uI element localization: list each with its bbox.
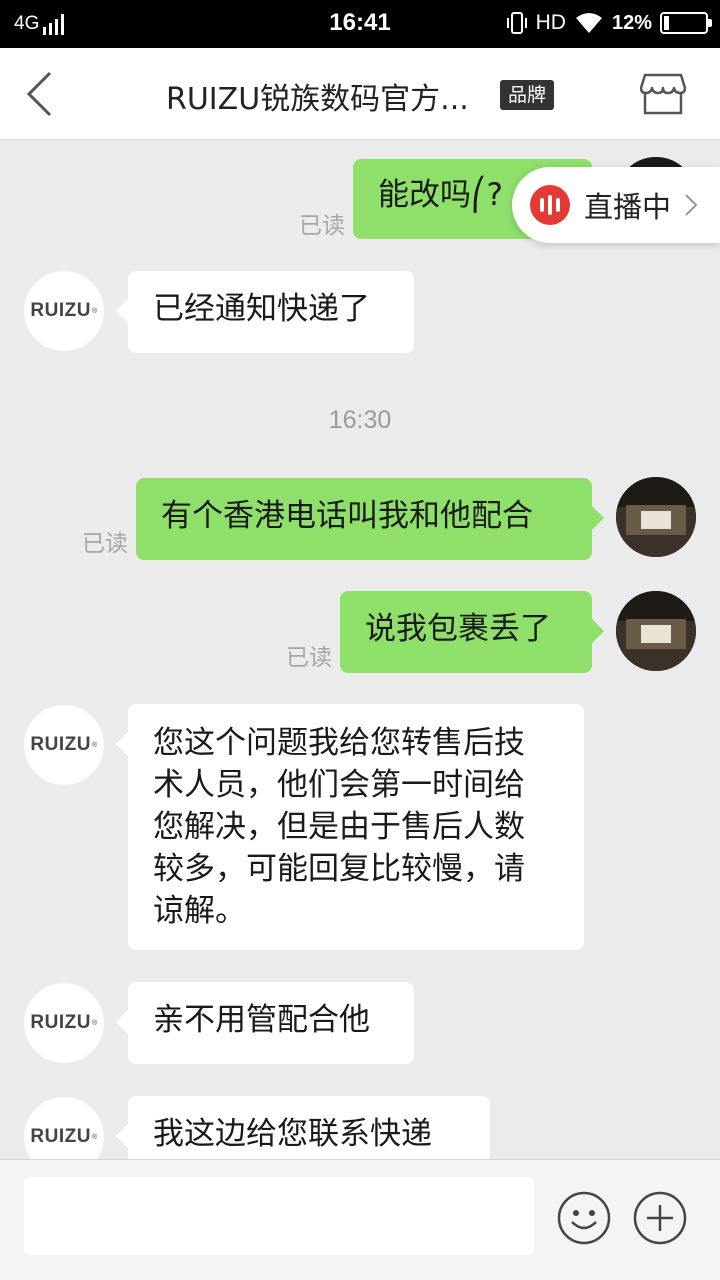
message-line: 您解决，但是由于售后人数 [153,809,525,845]
registered-mark: ® [91,1133,98,1141]
message-line: 较多，可能回复比较慢，请 [153,851,525,887]
shop-avatar[interactable]: RUIZU ® [24,1097,104,1159]
avatar-photo [616,591,696,671]
live-banner[interactable]: 直播中 [512,167,720,243]
registered-mark: ® [91,1019,98,1027]
shop-avatar-text: RUIZU [30,734,91,755]
battery-icon [660,12,712,34]
read-status: 已读 [299,213,345,239]
shop-avatar[interactable]: RUIZU ® [24,271,104,351]
shop-avatar-text: RUIZU [30,1012,91,1033]
message-text: 有个香港电话叫我和他配合 [161,498,533,534]
brand-badge: 品牌 [500,80,555,110]
message-bubble[interactable]: 有个香港电话叫我和他配合 [136,478,604,560]
user-avatar[interactable] [616,591,696,671]
registered-mark: ® [91,741,98,749]
shop-avatar-text: RUIZU [30,300,91,321]
chevron-right-icon [685,194,698,216]
user-avatar[interactable] [616,477,696,557]
input-bar [0,1159,720,1280]
chat-area[interactable]: 已读 能改吗⎛? 直播中 RUIZU ® 已经通知快递了 16:30 已读 有个… [0,141,720,1159]
read-status: 已读 [286,645,332,671]
battery-percent: 12% [611,11,652,34]
plus-icon[interactable] [632,1190,688,1246]
store-icon[interactable] [640,72,686,116]
message-bubble[interactable]: 说我包裹丢了 [340,591,604,673]
message-bubble[interactable]: 已经通知快递了 [116,271,414,353]
message-text: 已经通知快递了 [153,291,370,327]
message-input[interactable] [24,1177,534,1255]
message-bubble[interactable]: 亲不用管配合他 [116,982,414,1064]
shop-avatar[interactable]: RUIZU ® [24,705,104,785]
message-text: 亲不用管配合他 [153,1002,370,1038]
chat-title: RUIZU锐族数码官方... [166,82,469,117]
hd-indicator: HD [535,11,566,34]
chat-header: RUIZU锐族数码官方... 品牌 [0,48,720,140]
back-chevron-icon[interactable] [20,70,60,118]
status-bar: 4G 16:41 HD 12% [0,0,720,48]
registered-mark: ® [91,307,98,315]
time-separator: 16:30 [328,406,392,434]
message-line: 您这个问题我给您转售后技 [153,725,525,761]
read-status: 已读 [82,531,128,557]
message-text: 能改吗⎛? [378,177,503,213]
message-line: 术人员，他们会第一时间给 [153,767,525,803]
shop-avatar[interactable]: RUIZU ® [24,983,104,1063]
status-icons: HD 12% [506,10,712,36]
message-bubble[interactable]: 您这个问题我给您转售后技 术人员，他们会第一时间给 您解决，但是由于售后人数 较… [116,704,584,950]
message-line: 谅解。 [153,893,246,929]
message-text: 我这边给您联系快递 [153,1116,432,1152]
message-text: 说我包裹丢了 [365,611,551,647]
message-bubble[interactable]: 我这边给您联系快递 [116,1096,490,1159]
wifi-icon [575,13,602,33]
avatar-photo [616,477,696,557]
live-audio-icon [530,185,570,225]
emoji-icon[interactable] [556,1190,612,1246]
battery-level [664,16,669,30]
live-label: 直播中 [584,190,672,224]
vibrate-icon [506,12,527,34]
shop-avatar-text: RUIZU [30,1126,91,1147]
